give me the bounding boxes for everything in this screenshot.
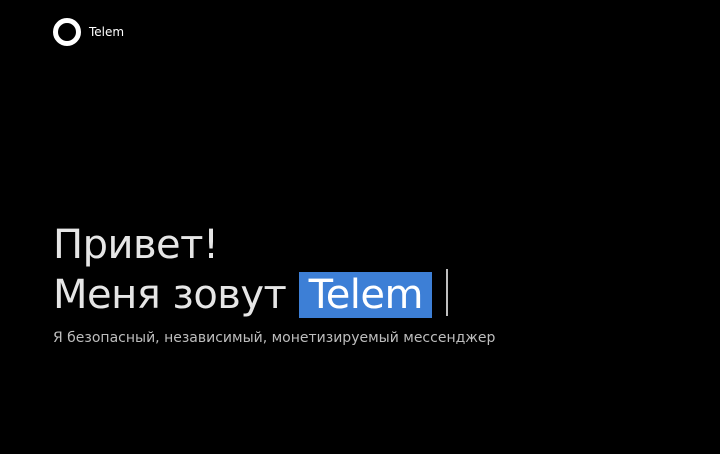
header: Telem xyxy=(53,18,124,46)
brand-name[interactable]: Telem xyxy=(89,25,124,39)
text-caret xyxy=(446,269,448,316)
hero-name-prefix: Меня зовут xyxy=(53,272,287,318)
hero-intro-line: Меня зовут Telem xyxy=(53,269,448,319)
hero: Привет! Меня зовут Telem xyxy=(53,222,448,319)
hero-greeting: Привет! xyxy=(53,222,219,268)
tagline: Я безопасный, независимый, монетизируемы… xyxy=(53,330,496,346)
hero-name-highlight: Telem xyxy=(298,272,432,318)
ring-logo-icon[interactable] xyxy=(53,18,81,46)
